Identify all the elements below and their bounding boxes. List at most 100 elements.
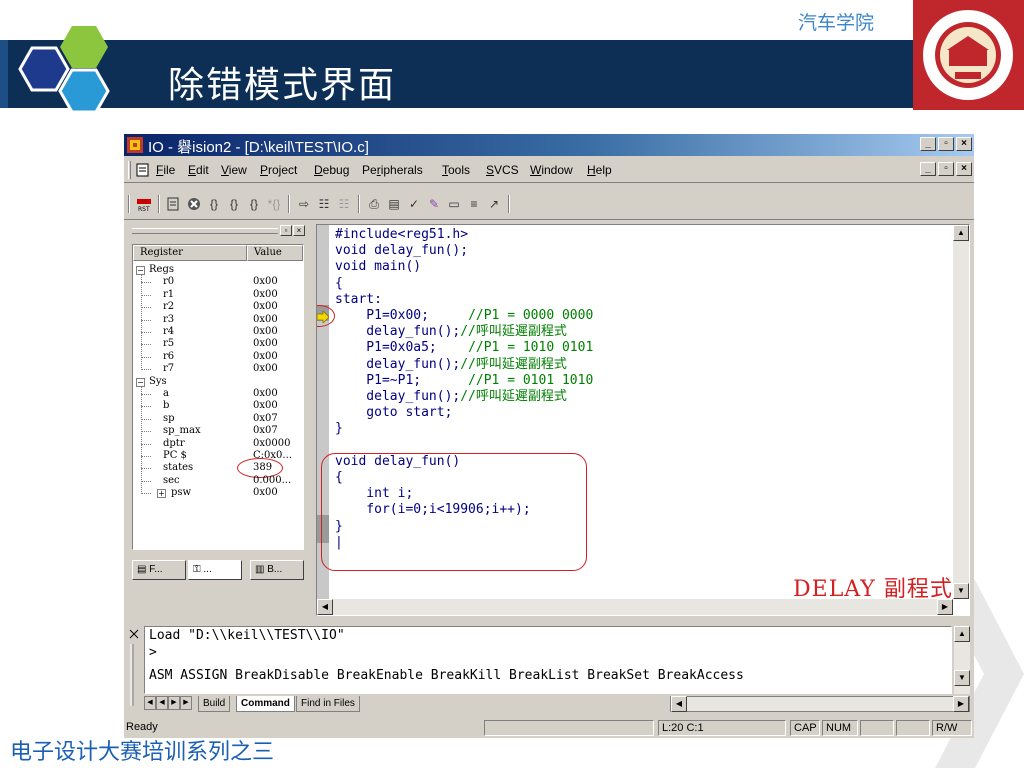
code-line[interactable]: P1=0x0a5; //P1 = 1010 0101 [335,340,593,356]
tab-first-button[interactable]: ◀ [144,696,156,710]
code-line[interactable]: P1=~P1; //P1 = 0101 1010 [335,373,593,389]
watch-window-icon[interactable]: ▤ [386,196,402,212]
stop-icon[interactable] [186,196,202,212]
code-line[interactable]: { [335,276,593,292]
code-line[interactable] [335,438,593,454]
register-row[interactable]: dptr 0x0000 [133,438,303,450]
menu-help[interactable]: Help [587,163,612,177]
tab-command[interactable]: Command [236,696,295,712]
code-line[interactable]: delay_fun();//呼叫延遲副程式 [335,357,593,373]
scroll-down-button[interactable]: ▼ [953,583,969,599]
disassembly-window-icon[interactable]: ⎙ [366,196,382,212]
output-scroll-down-button[interactable]: ▼ [954,670,970,686]
collapse-icon[interactable]: − [136,377,145,387]
register-group[interactable]: − Sys [133,376,303,388]
register-value[interactable]: 0x0000 [253,438,290,450]
output-scroll-up-button[interactable]: ▲ [954,626,970,642]
register-row[interactable]: r3 0x00 [133,314,303,326]
code-line[interactable]: } [335,421,593,437]
code-line[interactable]: start: [335,292,593,308]
step-out-icon[interactable]: {} [246,196,262,212]
register-value[interactable]: 0x00 [253,351,278,363]
register-row[interactable]: r5 0x00 [133,338,303,350]
panel-float-button[interactable]: ▫ [280,225,292,236]
expand-icon[interactable]: + [157,489,166,499]
register-row[interactable]: r4 0x00 [133,326,303,338]
restore-button[interactable]: ▫ [938,137,954,151]
register-value[interactable]: 0x00 [253,301,278,313]
menu-view[interactable]: View [221,163,247,177]
register-value[interactable]: 0.000... [253,475,291,487]
menu-window[interactable]: Window [530,163,573,177]
code-line[interactable]: void main() [335,259,593,275]
register-row[interactable]: + psw 0x00 [133,487,303,499]
register-row[interactable]: r1 0x00 [133,289,303,301]
register-row[interactable]: r6 0x00 [133,351,303,363]
code-line[interactable]: P1=0x00; //P1 = 0000 0000 [335,308,593,324]
code-line[interactable]: delay_fun();//呼叫延遲副程式 [335,324,593,340]
code-editor[interactable]: #include<reg51.h> void delay_fun(); void m… [316,224,970,616]
menu-file[interactable]: File [156,163,175,177]
register-value[interactable]: 0x00 [253,400,278,412]
menu-project[interactable]: Project [260,163,297,177]
output-vertical-scrollbar[interactable]: ▲ ▼ [954,626,970,694]
code-coverage-icon[interactable]: ✓ [406,196,422,212]
col-register-header[interactable]: Register [133,245,247,261]
code-line[interactable]: #include<reg51.h> [335,227,593,243]
run-icon[interactable] [166,196,182,212]
tab-registers[interactable]: ⚿ ... [188,560,242,580]
performance-analyzer-icon[interactable]: ≡ [466,196,482,212]
register-value[interactable]: 0x00 [253,326,278,338]
enable-trace-icon[interactable]: ☷ [316,196,332,212]
command-output[interactable]: Load "D:\\keil\\TEST\\IO" > ASM ASSIGN B… [144,626,952,694]
menu-edit[interactable]: Edit [188,163,209,177]
tab-last-button[interactable]: ▶ [180,696,192,710]
menu-svcs[interactable]: SVCS [486,163,519,177]
tab-build[interactable]: Build [198,696,231,712]
run-to-cursor-icon[interactable]: *{} [266,196,282,212]
view-trace-icon[interactable]: ☷ [336,196,352,212]
tab-books[interactable]: ▥ B... [250,560,304,580]
register-value[interactable]: 0x00 [253,338,278,350]
panel-close-button[interactable]: × [293,225,305,236]
doc-minimize-button[interactable]: _ [920,162,936,176]
register-value[interactable]: 0x00 [253,314,278,326]
register-group[interactable]: − Regs [133,264,303,276]
tab-find-in-files[interactable]: Find in Files [296,696,360,712]
output-scroll-left-button[interactable]: ◀ [671,696,687,712]
register-value[interactable]: 0x00 [253,363,278,375]
tab-next-button[interactable]: ▶ [168,696,180,710]
register-value[interactable]: 0x00 [253,289,278,301]
code-line[interactable]: goto start; [335,405,593,421]
register-value[interactable]: 0x00 [253,487,278,499]
reset-cpu-icon[interactable]: RST [136,196,152,212]
register-row[interactable]: r7 0x00 [133,363,303,375]
window-titlebar[interactable]: IO - 礜ision2 - [D:\keil\TEST\IO.c] _ ▫ × [124,134,974,156]
step-into-icon[interactable]: {} [206,196,222,212]
tab-prev-button[interactable]: ◀ [156,696,168,710]
output-panel-close-icon[interactable] [128,628,140,708]
step-over-icon[interactable]: {} [226,196,242,212]
doc-restore-button[interactable]: ▫ [938,162,954,176]
register-row[interactable]: sp_max 0x07 [133,425,303,437]
register-row[interactable]: b 0x00 [133,400,303,412]
scroll-up-button[interactable]: ▲ [953,225,969,241]
show-next-statement-icon[interactable]: ⇨ [296,196,312,212]
collapse-icon[interactable]: − [136,266,145,275]
output-scroll-right-button[interactable]: ▶ [953,696,969,712]
register-tree[interactable]: Register Value − Regs r0 0x00 r1 0x00 r2 0x00 r3… [132,244,304,550]
menu-peripherals[interactable]: Peripherals [362,163,423,177]
register-row[interactable]: PC $ C:0x0... [133,450,303,462]
command-prompt[interactable]: > [149,644,157,661]
register-row[interactable]: a 0x00 [133,388,303,400]
col-value-header[interactable]: Value [247,245,303,261]
doc-close-button[interactable]: × [956,162,972,176]
menu-debug[interactable]: Debug [314,163,349,177]
code-line[interactable]: void delay_fun(); [335,243,593,259]
tab-files[interactable]: ▤ F... [132,560,186,580]
menu-tools[interactable]: Tools [442,163,470,177]
register-row[interactable]: sp 0x07 [133,413,303,425]
memory-window-icon[interactable]: ▭ [446,196,462,212]
register-value[interactable]: 0x00 [253,276,278,288]
register-value[interactable]: 0x00 [253,388,278,400]
